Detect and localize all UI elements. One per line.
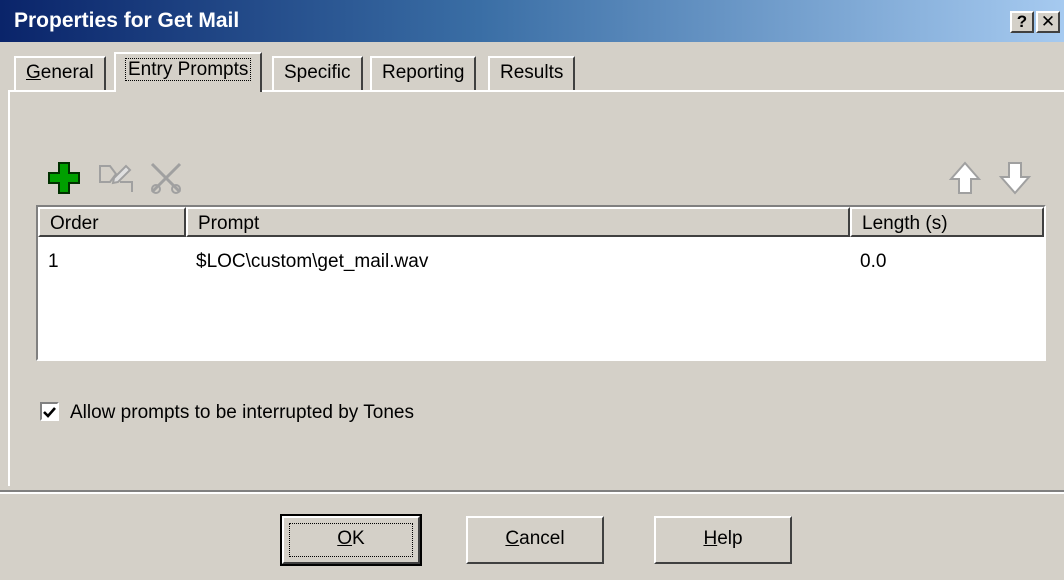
tab-entry-prompts[interactable]: Entry Prompts: [114, 52, 263, 92]
column-header-order[interactable]: Order: [38, 207, 186, 237]
tab-general-label: eneral: [40, 62, 94, 83]
tab-specific[interactable]: Specific: [272, 56, 363, 90]
close-caption-button[interactable]: ✕: [1036, 11, 1060, 33]
allow-interrupt-checkbox[interactable]: [40, 402, 59, 421]
cell-prompt: $LOC\custom\get_mail.wav: [196, 251, 429, 272]
prompts-list[interactable]: Order Prompt Length (s) 1 $LOC\custom\ge…: [36, 205, 1046, 361]
question-mark-icon: ?: [1016, 12, 1028, 31]
add-icon[interactable]: [46, 160, 82, 196]
column-header-length[interactable]: Length (s): [850, 207, 1044, 237]
move-down-icon[interactable]: [998, 160, 1032, 196]
move-up-icon[interactable]: [948, 160, 982, 196]
cancel-label: ancel: [519, 528, 565, 549]
cell-length: 0.0: [860, 251, 887, 272]
window-title: Properties for Get Mail: [14, 9, 240, 32]
tab-results-label: Results: [500, 62, 564, 83]
tab-specific-label: Specific: [284, 62, 351, 83]
tab-entry-prompts-label: Entry Prompts: [124, 58, 252, 81]
help-button[interactable]: Help: [654, 516, 792, 564]
cancel-mnemonic: C: [505, 528, 520, 549]
ok-mnemonic: O: [337, 528, 353, 549]
allow-interrupt-label[interactable]: Allow prompts to be interrupted by Tones: [70, 402, 414, 424]
tab-results[interactable]: Results: [488, 56, 576, 90]
help-caption-button[interactable]: ?: [1010, 11, 1034, 33]
help-mnemonic: H: [703, 528, 718, 549]
cancel-button[interactable]: Cancel: [466, 516, 604, 564]
tab-general-mnemonic: G: [26, 62, 41, 83]
help-label: elp: [717, 528, 743, 549]
title-bar[interactable]: Properties for Get Mail ? ✕: [0, 0, 1064, 42]
edit-icon[interactable]: [96, 160, 136, 196]
tab-reporting[interactable]: Reporting: [370, 56, 477, 90]
tab-reporting-label: Reporting: [382, 62, 465, 83]
delete-icon[interactable]: [148, 160, 184, 196]
column-header-prompt[interactable]: Prompt: [186, 207, 850, 237]
ok-button-face: OK: [284, 518, 418, 562]
tab-general[interactable]: General: [14, 56, 106, 90]
separator-highlight: [0, 492, 1064, 494]
ok-button[interactable]: OK: [280, 514, 422, 566]
cell-order: 1: [48, 251, 59, 272]
ok-label: K: [352, 528, 365, 549]
checkmark-icon: [43, 407, 56, 418]
close-icon: ✕: [1040, 12, 1056, 31]
list-header: Order Prompt Length (s): [38, 207, 1044, 237]
